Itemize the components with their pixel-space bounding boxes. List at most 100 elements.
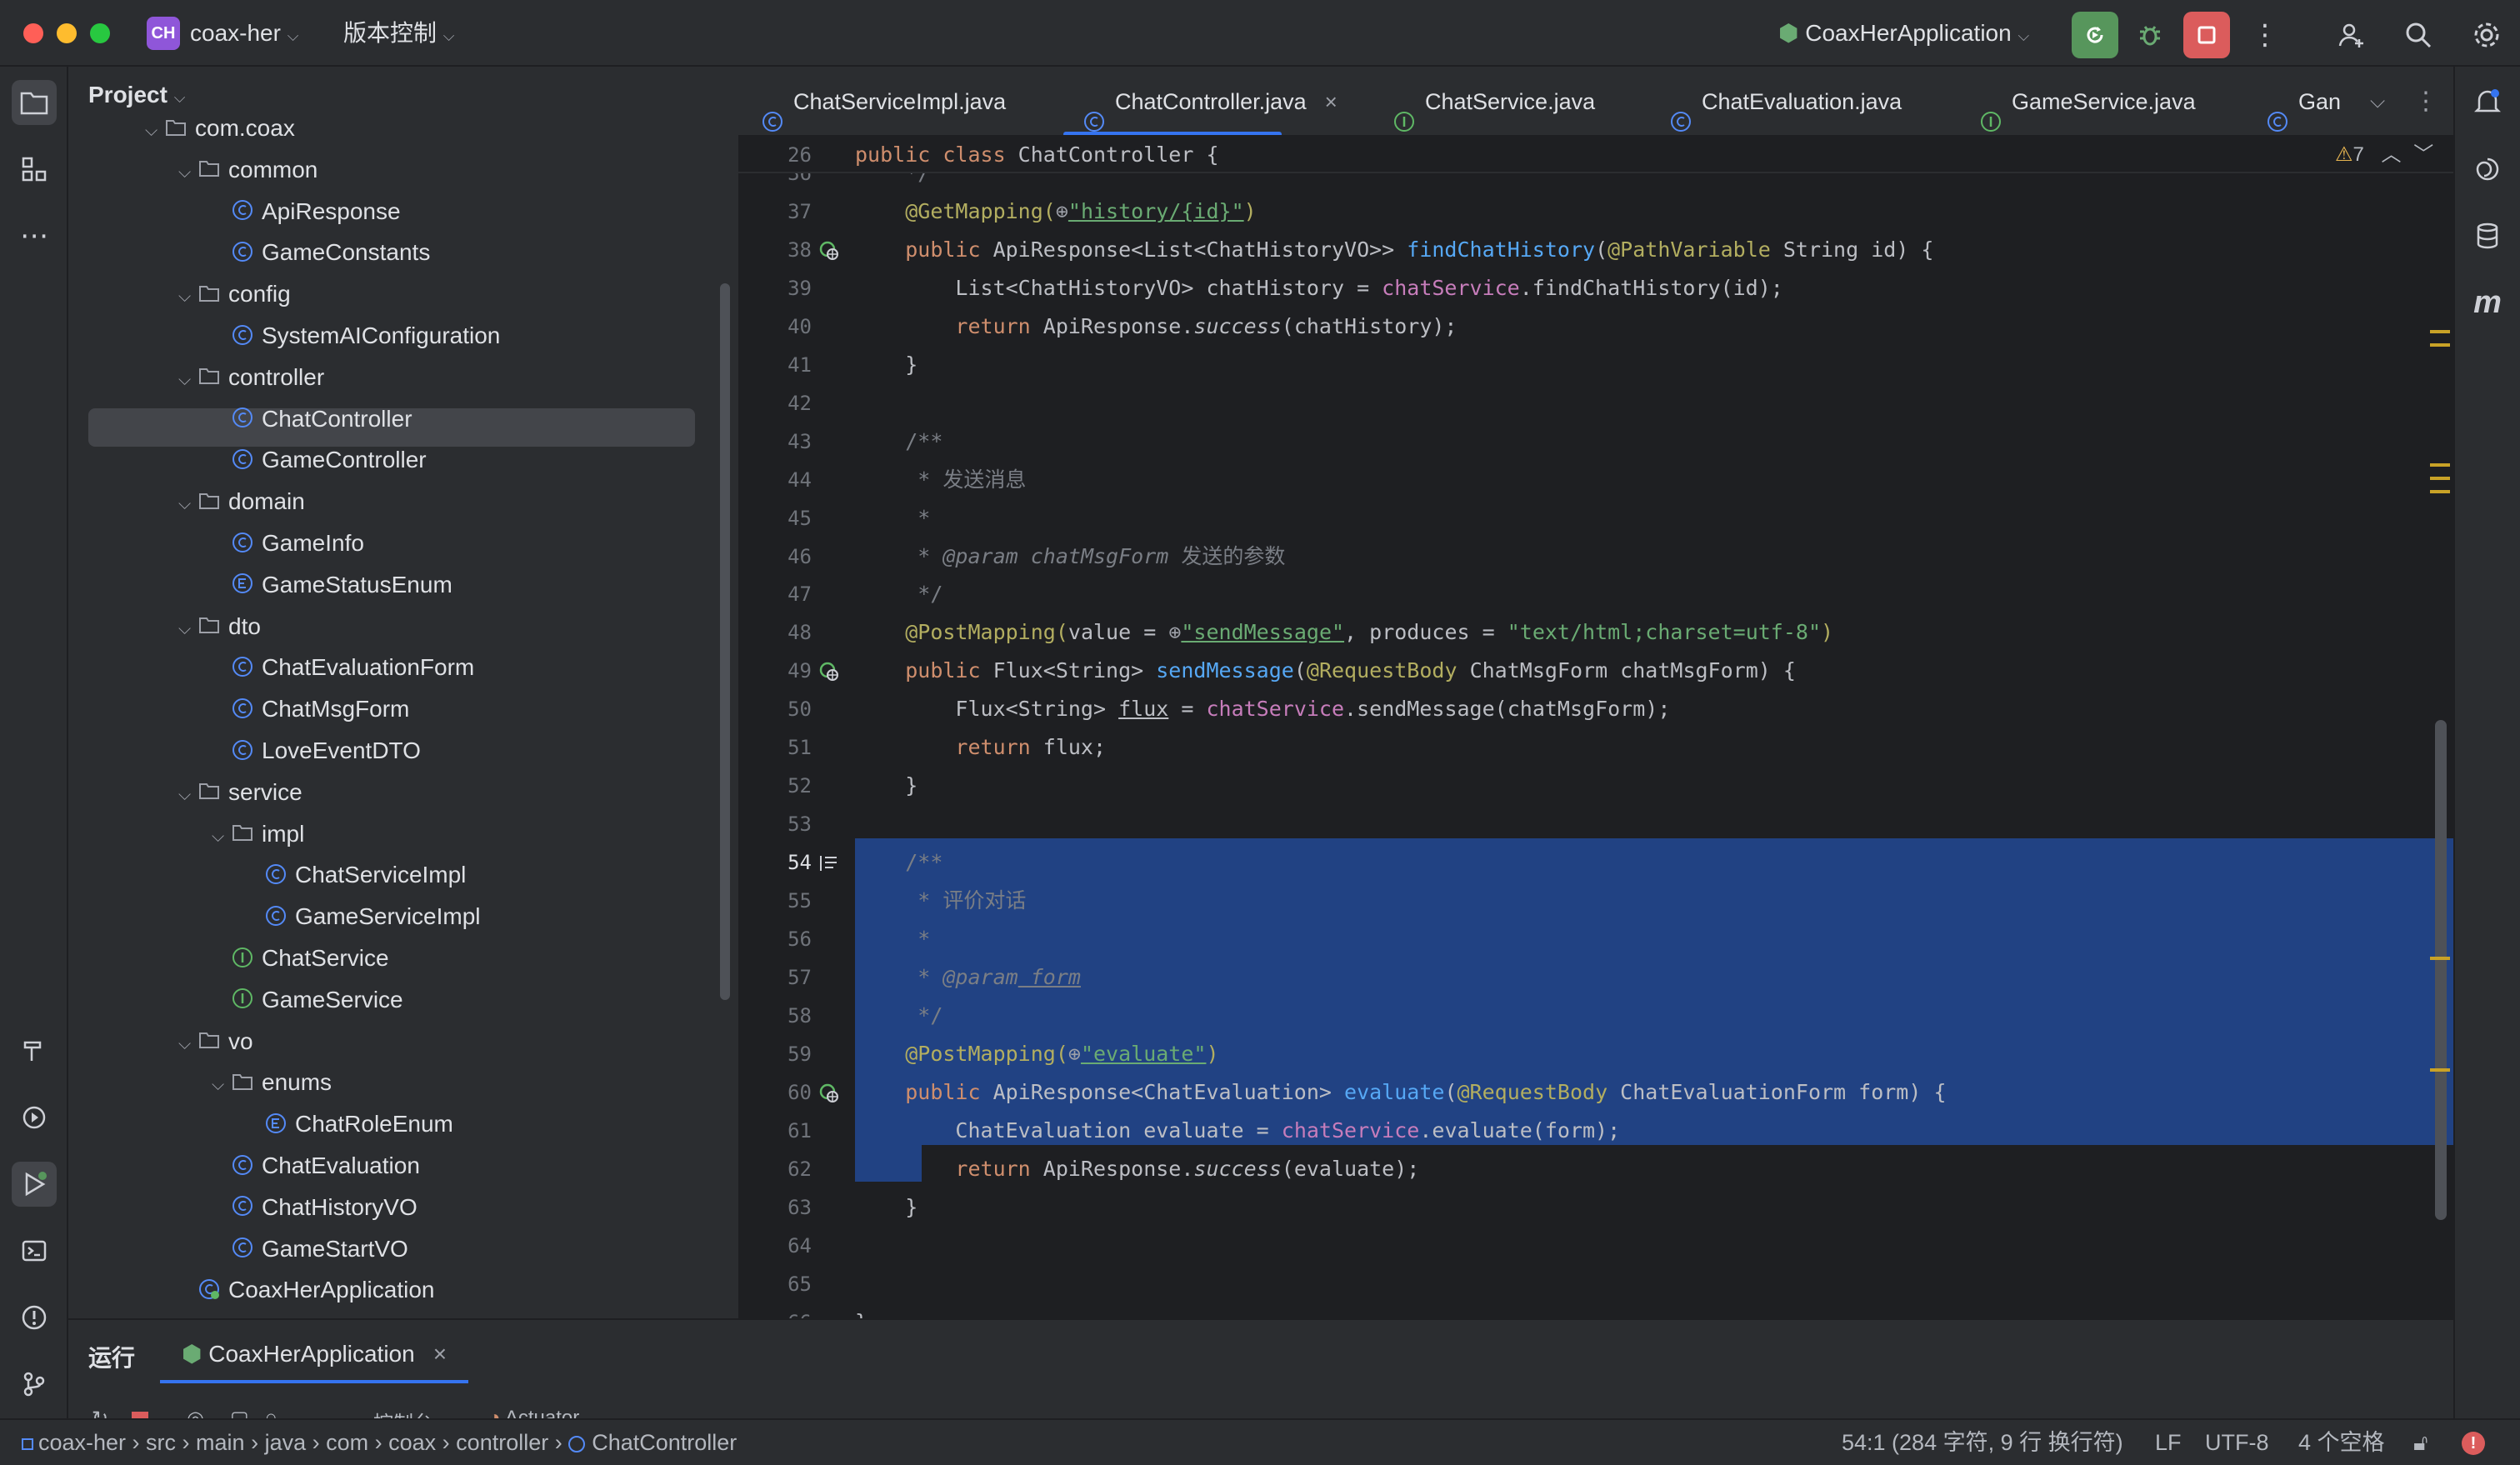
globe-icon[interactable]: ⊕︎ xyxy=(1168,620,1181,644)
endpoint-icon[interactable] xyxy=(818,661,840,682)
chevron-down-icon[interactable]: ⌵ xyxy=(212,1066,232,1104)
tree-item-gameservice[interactable]: GameService xyxy=(212,981,403,1019)
tree-item-impl[interactable]: ⌵ impl xyxy=(212,815,304,853)
tree-item-resources[interactable]: ⌵resources xyxy=(112,1312,264,1318)
line-number[interactable]: 41 xyxy=(738,347,812,383)
tree-item-chatmsgform[interactable]: ChatMsgForm xyxy=(212,690,409,728)
chevron-down-icon[interactable]: ⌵ xyxy=(178,153,198,192)
tab-chatservice[interactable]: ChatService.java xyxy=(1393,67,1595,135)
endpoint-icon[interactable] xyxy=(818,1082,840,1104)
tabs-overflow-chevron-icon[interactable]: ⌵ xyxy=(2370,67,2385,135)
line-number[interactable]: 65 xyxy=(738,1266,812,1302)
line-number[interactable]: 56 xyxy=(738,921,812,958)
line-number[interactable]: 64 xyxy=(738,1228,812,1264)
caret-position[interactable]: 54:1 (284 字符, 9 行 换行符) xyxy=(1842,1420,2123,1465)
run-tab-app[interactable]: ⬢ CoaxHerApplication × xyxy=(182,1340,447,1368)
line-number[interactable]: 42 xyxy=(738,385,812,422)
build-tool-button[interactable] xyxy=(12,1028,57,1073)
chevron-down-icon[interactable]: ⌵ xyxy=(212,818,232,856)
indent-setting[interactable]: 4 个空格 xyxy=(2298,1420,2385,1465)
inspection-widget[interactable]: ⚠7 ︿ ﹀ xyxy=(2335,137,2433,173)
tab-chatcontroller[interactable]: ChatController.java × xyxy=(1083,67,1338,135)
line-number[interactable]: 52 xyxy=(738,768,812,804)
chevron-down-icon[interactable]: ⌵ xyxy=(145,112,165,150)
project-badge[interactable]: CH xyxy=(147,17,180,50)
file-encoding[interactable]: UTF-8 xyxy=(2205,1420,2269,1465)
line-gutter[interactable]: 36 37 38 39 40 41 42 43 44 45 46 47 48 49 50 51 52 53 54 55… xyxy=(738,137,852,1318)
tree-item-chatserviceimpl[interactable]: ChatServiceImpl xyxy=(245,856,466,894)
line-number[interactable]: 62 xyxy=(738,1151,812,1188)
git-tool-button[interactable] xyxy=(12,1362,57,1407)
tree-item-gamestartvo[interactable]: GameStartVO xyxy=(212,1230,408,1268)
tree-item-dto[interactable]: ⌵ dto xyxy=(178,608,261,646)
tree-item-domain[interactable]: ⌵ domain xyxy=(178,482,305,521)
doc-render-icon[interactable] xyxy=(818,852,840,874)
search-button[interactable] xyxy=(2395,12,2442,58)
line-number[interactable]: 60 xyxy=(738,1074,812,1111)
sticky-scroll-line[interactable]: 26 public class ChatController { ⚠7 ︿ ﹀ xyxy=(738,137,2453,173)
notifications-button[interactable] xyxy=(2465,80,2510,125)
tree-item-service[interactable]: ⌵ service xyxy=(178,773,302,812)
line-number[interactable]: 44 xyxy=(738,462,812,498)
line-number[interactable]: 61 xyxy=(738,1112,812,1149)
globe-icon[interactable]: ⊕︎ xyxy=(1068,1042,1081,1066)
line-number[interactable]: 46 xyxy=(738,538,812,575)
chevron-down-icon[interactable]: ⌵ xyxy=(178,278,198,316)
line-number[interactable]: 45 xyxy=(738,500,812,537)
project-panel-header[interactable]: Project ⌵ xyxy=(88,82,185,108)
tree-item-gameinfo[interactable]: GameInfo xyxy=(212,524,364,562)
tree-item-gamecontroller[interactable]: GameController xyxy=(212,441,427,479)
chevron-down-icon[interactable]: ⌵ xyxy=(178,1025,198,1063)
tree-item-controller[interactable]: ⌵ controller xyxy=(178,358,324,397)
zoom-window-button[interactable] xyxy=(90,23,110,43)
services-tool-button[interactable] xyxy=(12,1095,57,1140)
breadcrumb-item[interactable]: src xyxy=(146,1430,176,1455)
tree-item-gameserviceimpl[interactable]: GameServiceImpl xyxy=(245,898,481,936)
breadcrumb-item[interactable]: coax xyxy=(388,1430,436,1455)
tree-item-apiresponse[interactable]: ApiResponse xyxy=(212,192,401,231)
line-number[interactable]: 59 xyxy=(738,1036,812,1072)
more-tools-icon[interactable]: ⋯ xyxy=(12,213,57,258)
tree-item-chathistoryvo[interactable]: ChatHistoryVO xyxy=(212,1188,418,1227)
project-tool-button[interactable] xyxy=(12,80,57,125)
line-separator[interactable]: LF xyxy=(2155,1420,2182,1465)
chevron-down-icon[interactable]: ⌵ xyxy=(178,776,198,814)
breadcrumb-item[interactable]: java xyxy=(265,1430,307,1455)
account-button[interactable] xyxy=(2328,12,2375,58)
line-number[interactable]: 49 xyxy=(738,652,812,689)
chevron-down-icon[interactable]: ⌵ xyxy=(178,610,198,648)
editor-scrollbar[interactable] xyxy=(2435,720,2447,1220)
terminal-tool-button[interactable] xyxy=(12,1228,57,1273)
tree-item-chatevaluationform[interactable]: ChatEvaluationForm xyxy=(212,648,474,687)
breadcrumb-item[interactable]: main xyxy=(196,1430,245,1455)
tree-item-chatcontroller[interactable]: ChatController xyxy=(212,400,412,438)
problems-tool-button[interactable] xyxy=(12,1295,57,1340)
line-number[interactable]: 54 xyxy=(738,844,812,881)
tree-item-com-coax[interactable]: ⌵ com.coax xyxy=(145,109,295,148)
more-actions-icon[interactable]: ⋮ xyxy=(2242,12,2288,58)
rerun-button[interactable] xyxy=(2072,12,2118,58)
line-number[interactable]: 66 xyxy=(738,1304,812,1319)
tree-item-loveeventdto[interactable]: LoveEventDTO xyxy=(212,732,421,770)
close-tab-icon[interactable]: × xyxy=(433,1341,447,1367)
readonly-lock-icon[interactable]: 🔓︎ xyxy=(2413,1420,2428,1465)
run-tool-button[interactable] xyxy=(12,1162,57,1207)
tab-gam-truncated[interactable]: Gan xyxy=(2267,67,2341,135)
breadcrumb-item[interactable]: com xyxy=(326,1430,368,1455)
tree-item-coaxherapplication[interactable]: CoaxHerApplication xyxy=(178,1271,434,1309)
line-number[interactable]: 63 xyxy=(738,1189,812,1226)
tree-item-vo[interactable]: ⌵ vo xyxy=(178,1022,253,1061)
error-indicator-icon[interactable]: ! xyxy=(2462,1432,2485,1455)
tab-chatserviceimpl[interactable]: ChatServiceImpl.java xyxy=(762,67,1006,135)
globe-icon[interactable]: ⊕︎ xyxy=(1056,199,1068,223)
line-number[interactable]: 48 xyxy=(738,614,812,651)
chevron-down-icon[interactable]: ⌵ xyxy=(178,485,198,523)
tree-item-gamestatusenum[interactable]: GameStatusEnum xyxy=(212,566,452,604)
breadcrumb-item[interactable]: ChatController xyxy=(592,1430,737,1455)
line-number[interactable]: 40 xyxy=(738,308,812,345)
tree-item-common[interactable]: ⌵ common xyxy=(178,151,318,189)
line-number[interactable]: 38 xyxy=(738,232,812,268)
tree-item-chatservice[interactable]: ChatService xyxy=(212,939,389,978)
chevron-down-icon[interactable]: ⌵ xyxy=(178,361,198,399)
project-scrollbar[interactable] xyxy=(720,283,730,1000)
